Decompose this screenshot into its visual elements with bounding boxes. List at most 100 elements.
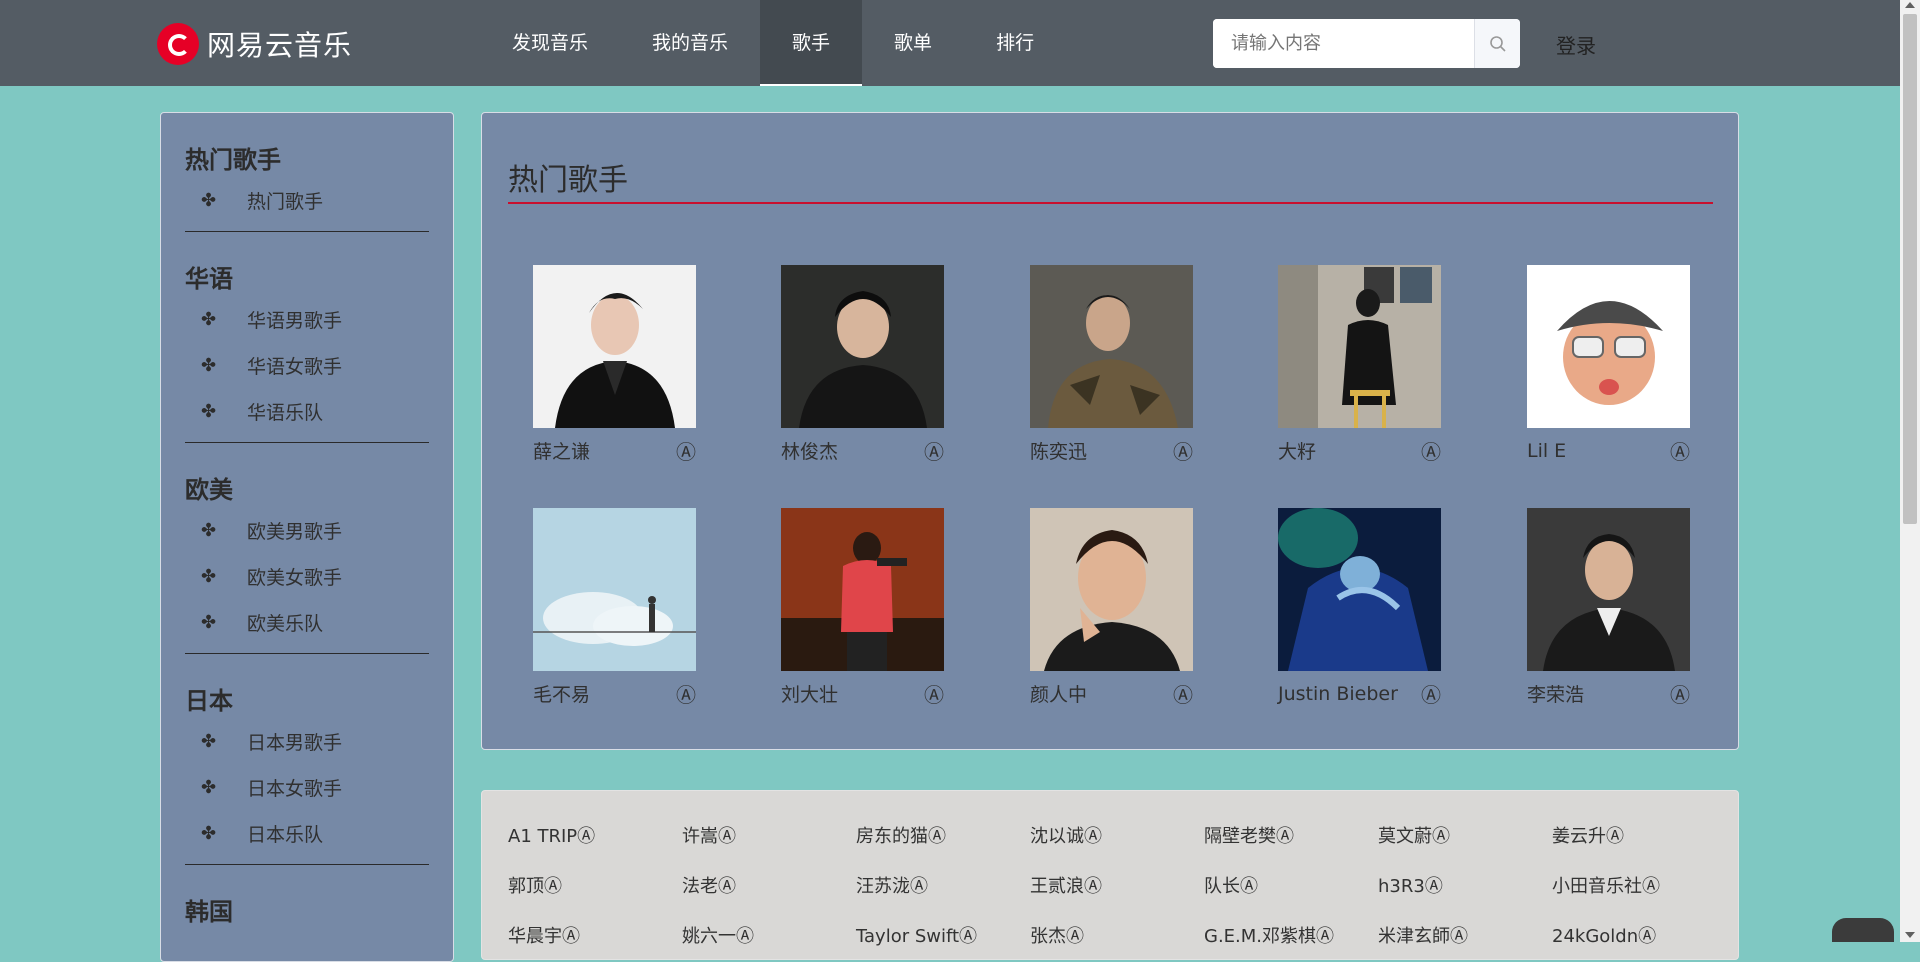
category-item-west-male[interactable]: ✤ 欧美男歌手 <box>185 507 429 553</box>
category-group: 华语 ✤ 华语男歌手 ✤ 华语女歌手 ✤ 华语乐队 <box>185 232 429 443</box>
artist-avatar[interactable] <box>1278 508 1441 671</box>
artist-avatar[interactable] <box>533 265 696 428</box>
artist-badge-icon[interactable]: Ⓐ <box>1670 679 1690 708</box>
category-sidebar: 热门歌手 ✤ 热门歌手 华语 ✤ 华语男歌手 ✤ 华语女歌手 ✤ 华语乐队 欧美 ✤ 欧美… <box>160 112 454 962</box>
artist-link[interactable]: 24kGoldnⒶ <box>1552 922 1726 948</box>
logo[interactable]: 网易云音乐 <box>157 23 352 65</box>
nav-playlists[interactable]: 歌单 <box>862 0 964 86</box>
artist-link[interactable]: 法老Ⓐ <box>682 872 856 898</box>
artist-link[interactable]: 房东的猫Ⓐ <box>856 822 1030 848</box>
artist-link[interactable]: 小田音乐社Ⓐ <box>1552 872 1726 898</box>
artist-card[interactable]: 刘大壮 Ⓐ <box>781 508 944 708</box>
nav-charts[interactable]: 排行 <box>964 0 1066 86</box>
artist-card[interactable]: 薛之谦 Ⓐ <box>533 265 696 465</box>
artist-badge-icon[interactable]: Ⓐ <box>1670 436 1690 465</box>
artist-card[interactable]: 林俊杰 Ⓐ <box>781 265 944 465</box>
category-title: 韩国 <box>185 898 233 926</box>
artist-card[interactable]: 颜人中 Ⓐ <box>1030 508 1193 708</box>
artist-name[interactable]: 陈奕迅 <box>1030 437 1087 464</box>
artist-link[interactable]: 张杰Ⓐ <box>1030 922 1204 948</box>
artist-badge-icon[interactable]: Ⓐ <box>1421 436 1441 465</box>
artist-link[interactable]: 莫文蔚Ⓐ <box>1378 822 1552 848</box>
artist-link[interactable]: 队长Ⓐ <box>1204 872 1378 898</box>
page-scrollbar[interactable] <box>1900 0 1920 942</box>
nav-my-music[interactable]: 我的音乐 <box>620 0 760 86</box>
login-link[interactable]: 登录 <box>1556 30 1596 59</box>
artist-link[interactable]: 姚六一Ⓐ <box>682 922 856 948</box>
artist-badge-icon[interactable]: Ⓐ <box>924 679 944 708</box>
artist-badge-icon[interactable]: Ⓐ <box>1173 679 1193 708</box>
artist-avatar[interactable] <box>1278 265 1441 428</box>
category-item-jp-male[interactable]: ✤ 日本男歌手 <box>185 718 429 764</box>
nav-discover[interactable]: 发现音乐 <box>480 0 620 86</box>
artist-card[interactable]: 大籽 Ⓐ <box>1278 265 1441 465</box>
scrollbar-thumb[interactable] <box>1903 14 1917 524</box>
flower-icon: ✤ <box>201 565 217 587</box>
category-item-jp-band[interactable]: ✤ 日本乐队 <box>185 810 429 856</box>
artist-name[interactable]: 刘大壮 <box>781 680 838 707</box>
artist-avatar[interactable] <box>533 508 696 671</box>
category-group: 韩国 <box>185 865 429 929</box>
artist-avatar[interactable] <box>1030 508 1193 671</box>
artist-badge-icon[interactable]: Ⓐ <box>676 436 696 465</box>
artist-link[interactable]: 汪苏泷Ⓐ <box>856 872 1030 898</box>
artist-link[interactable]: A1 TRIPⒶ <box>508 822 682 848</box>
artist-badge-icon[interactable]: Ⓐ <box>1421 679 1441 708</box>
artist-name[interactable]: 薛之谦 <box>533 437 590 464</box>
search-icon <box>1489 35 1506 52</box>
artist-link[interactable]: 王贰浪Ⓐ <box>1030 872 1204 898</box>
artist-link[interactable]: 郭顶Ⓐ <box>508 872 682 898</box>
category-group: 热门歌手 ✤ 热门歌手 <box>185 113 429 232</box>
artist-name[interactable]: Lil E <box>1527 440 1566 462</box>
artist-avatar[interactable] <box>1527 508 1690 671</box>
top-navbar: 网易云音乐 发现音乐 我的音乐 歌手 歌单 排行 登录 <box>0 0 1900 86</box>
artist-link[interactable]: 许嵩Ⓐ <box>682 822 856 848</box>
search-input[interactable] <box>1213 19 1474 68</box>
artist-card[interactable]: Justin Bieber Ⓐ <box>1278 508 1441 708</box>
artist-card[interactable]: 毛不易 Ⓐ <box>533 508 696 708</box>
artist-badge-icon[interactable]: Ⓐ <box>924 436 944 465</box>
artist-link[interactable]: 华晨宇Ⓐ <box>508 922 682 948</box>
artist-list-panel: A1 TRIPⒶ 许嵩Ⓐ 房东的猫Ⓐ 沈以诚Ⓐ 隔壁老樊Ⓐ 莫文蔚Ⓐ 姜云升Ⓐ … <box>481 790 1739 960</box>
artist-link[interactable]: 沈以诚Ⓐ <box>1030 822 1204 848</box>
artist-name[interactable]: 李荣浩 <box>1527 680 1584 707</box>
artist-avatar[interactable] <box>781 508 944 671</box>
flower-icon: ✤ <box>201 519 217 541</box>
search-button[interactable] <box>1474 19 1520 68</box>
artist-card[interactable]: 陈奕迅 Ⓐ <box>1030 265 1193 465</box>
category-item-west-band[interactable]: ✤ 欧美乐队 <box>185 599 429 645</box>
artist-link[interactable]: 姜云升Ⓐ <box>1552 822 1726 848</box>
floating-toolbar-tab[interactable] <box>1832 918 1894 942</box>
artist-name[interactable]: 大籽 <box>1278 437 1316 464</box>
artist-link[interactable]: 隔壁老樊Ⓐ <box>1204 822 1378 848</box>
artist-link[interactable]: 米津玄師Ⓐ <box>1378 922 1552 948</box>
scroll-down-arrow-icon[interactable] <box>1905 932 1915 938</box>
artist-name[interactable]: Justin Bieber <box>1278 683 1398 705</box>
flower-icon: ✤ <box>201 611 217 633</box>
flower-icon: ✤ <box>201 822 217 844</box>
artist-avatar[interactable] <box>781 265 944 428</box>
artist-name[interactable]: 颜人中 <box>1030 680 1087 707</box>
category-item-hot[interactable]: ✤ 热门歌手 <box>185 177 429 223</box>
artist-link[interactable]: h3R3Ⓐ <box>1378 872 1552 898</box>
category-title: 欧美 <box>185 476 233 504</box>
artist-badge-icon[interactable]: Ⓐ <box>1173 436 1193 465</box>
artist-card[interactable]: Lil E Ⓐ <box>1527 265 1690 465</box>
artist-name[interactable]: 毛不易 <box>533 680 590 707</box>
category-item-cn-male[interactable]: ✤ 华语男歌手 <box>185 296 429 342</box>
artist-avatar[interactable] <box>1030 265 1193 428</box>
artist-badge-icon[interactable]: Ⓐ <box>676 679 696 708</box>
artist-name[interactable]: 林俊杰 <box>781 437 838 464</box>
category-group: 欧美 ✤ 欧美男歌手 ✤ 欧美女歌手 ✤ 欧美乐队 <box>185 443 429 654</box>
artist-link[interactable]: Taylor SwiftⒶ <box>856 922 1030 948</box>
category-item-jp-female[interactable]: ✤ 日本女歌手 <box>185 764 429 810</box>
artist-link[interactable]: G.E.M.邓紫棋Ⓐ <box>1204 922 1378 948</box>
scroll-up-arrow-icon[interactable] <box>1905 2 1915 8</box>
category-item-west-female[interactable]: ✤ 欧美女歌手 <box>185 553 429 599</box>
artist-card[interactable]: 李荣浩 Ⓐ <box>1527 508 1690 708</box>
flower-icon: ✤ <box>201 730 217 752</box>
nav-artists[interactable]: 歌手 <box>760 0 863 86</box>
category-item-cn-female[interactable]: ✤ 华语女歌手 <box>185 342 429 388</box>
category-item-cn-band[interactable]: ✤ 华语乐队 <box>185 388 429 434</box>
artist-avatar[interactable] <box>1527 265 1690 428</box>
